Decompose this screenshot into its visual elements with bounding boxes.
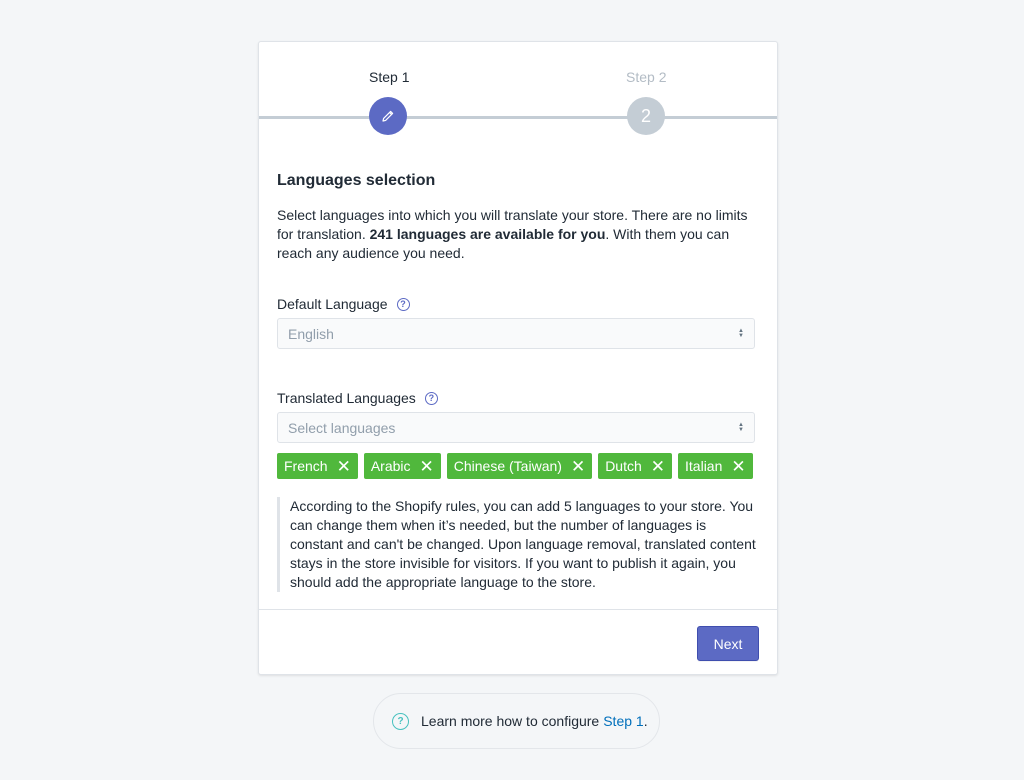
remove-tag-icon[interactable]: ✕ (337, 458, 351, 475)
stepper-track (259, 116, 777, 119)
language-tag: Dutch ✕ (598, 453, 673, 479)
learn-more-banner: ? Learn more how to configure Step 1. (373, 693, 660, 749)
default-language-value: English (288, 325, 334, 342)
translated-languages-label-text: Translated Languages (277, 390, 416, 406)
step2-label: Step 2 (626, 69, 667, 85)
default-language-select[interactable]: English ▲ ▼ (277, 318, 755, 349)
shopify-rules-note: According to the Shopify rules, you can … (277, 497, 757, 592)
language-tag: Chinese (Taiwan) ✕ (446, 453, 593, 479)
pencil-icon (382, 110, 394, 122)
remove-tag-icon[interactable]: ✕ (651, 458, 665, 475)
language-tag: Arabic ✕ (363, 453, 441, 479)
help-icon[interactable]: ? (396, 297, 410, 311)
learn-more-link[interactable]: Step 1 (603, 713, 643, 729)
help-icon[interactable]: ? (424, 391, 438, 405)
learn-more-text: Learn more how to configure (421, 713, 600, 729)
remove-tag-icon[interactable]: ✕ (420, 458, 434, 475)
tag-label: Italian (685, 458, 723, 474)
language-tag: French ✕ (277, 453, 358, 479)
select-arrows-icon: ▲ ▼ (738, 327, 744, 339)
section-description: Select languages into which you will tra… (277, 206, 757, 263)
select-arrows-icon: ▲ ▼ (738, 421, 744, 433)
translated-languages-label: Translated Languages ? (277, 390, 757, 406)
tag-label: Chinese (Taiwan) (453, 458, 562, 474)
tag-label: French (284, 458, 328, 474)
onboarding-card: Step 1 Step 2 2 Languages selection Sele… (258, 41, 778, 675)
footer-divider (259, 609, 777, 610)
translated-languages-placeholder: Select languages (288, 419, 396, 436)
remove-tag-icon[interactable]: ✕ (571, 458, 585, 475)
step-content: Languages selection Select languages int… (277, 172, 757, 592)
stepper: Step 1 Step 2 2 (259, 42, 777, 142)
tag-label: Dutch (605, 458, 642, 474)
default-language-label: Default Language ? (277, 296, 757, 312)
translated-languages-select[interactable]: Select languages ▲ ▼ (277, 412, 755, 443)
section-title: Languages selection (277, 172, 436, 189)
next-button[interactable]: Next (697, 626, 759, 661)
step1-indicator (369, 97, 407, 135)
step1-label: Step 1 (369, 69, 410, 85)
step2-indicator: 2 (627, 97, 665, 135)
selected-language-tags: French ✕ Arabic ✕ Chinese (Taiwan) ✕ Dutch ✕… (277, 453, 757, 479)
question-icon: ? (392, 712, 409, 730)
tag-label: Arabic (370, 458, 411, 474)
remove-tag-icon[interactable]: ✕ (731, 458, 745, 475)
desc-bold: 241 languages are available for you (369, 226, 606, 242)
default-language-label-text: Default Language (277, 296, 388, 312)
learn-more-suffix: . (643, 713, 648, 729)
language-tag: Italian ✕ (678, 453, 753, 479)
